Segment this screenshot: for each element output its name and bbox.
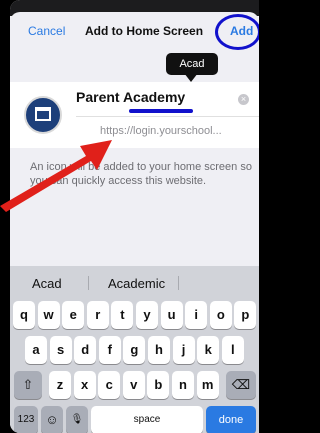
key-w[interactable]: w — [37, 301, 60, 329]
numbers-key[interactable]: 123 — [14, 406, 38, 433]
phone-screen: Cancel Add to Home Screen Add Acad Paren… — [10, 0, 259, 433]
key-e[interactable]: e — [62, 301, 85, 329]
emoji-key[interactable]: ☺ — [41, 406, 63, 433]
suggestion-separator — [88, 276, 89, 290]
suggestion-separator — [178, 276, 179, 290]
key-m[interactable]: m — [196, 371, 219, 399]
key-t[interactable]: t — [111, 301, 134, 329]
key-a[interactable]: a — [25, 336, 47, 364]
cancel-button[interactable]: Cancel — [28, 24, 65, 38]
annotation-circle — [215, 14, 259, 50]
key-g[interactable]: g — [123, 336, 146, 364]
key-x[interactable]: x — [73, 371, 96, 399]
divider — [76, 116, 259, 117]
key-n[interactable]: n — [172, 371, 194, 399]
tooltip-tail — [184, 73, 198, 82]
key-h[interactable]: h — [148, 336, 170, 364]
name-field[interactable]: Parent Academy — [76, 89, 226, 111]
key-l[interactable]: l — [221, 336, 244, 364]
key-v[interactable]: v — [122, 371, 145, 399]
suggestion-1[interactable]: Acad — [32, 276, 62, 291]
key-i[interactable]: i — [185, 301, 208, 329]
key-s[interactable]: s — [49, 336, 72, 364]
annotation-underline — [129, 109, 193, 113]
key-u[interactable]: u — [160, 301, 183, 329]
description-text: An icon will be added to your home scree… — [30, 161, 252, 187]
key-r[interactable]: r — [86, 301, 109, 329]
key-d[interactable]: d — [74, 336, 97, 364]
key-z[interactable]: z — [49, 371, 71, 399]
key-f[interactable]: f — [98, 336, 121, 364]
delete-key[interactable]: ⌫ — [226, 371, 256, 399]
key-k[interactable]: k — [197, 336, 220, 364]
autocomplete-tooltip[interactable]: Acad — [166, 53, 218, 75]
key-y[interactable]: y — [136, 301, 158, 329]
key-o[interactable]: o — [209, 301, 232, 329]
space-key[interactable]: space — [91, 406, 203, 433]
site-url: https://login.yourschool... — [100, 125, 222, 137]
school-logo-icon — [24, 96, 62, 134]
sheet-title: Add to Home Screen — [85, 24, 204, 38]
key-j[interactable]: j — [172, 336, 195, 364]
key-q[interactable]: q — [13, 301, 35, 329]
shift-key[interactable]: ⇧ — [14, 371, 42, 399]
key-p[interactable]: p — [234, 301, 257, 329]
suggestion-2[interactable]: Academic — [108, 276, 165, 291]
microphone-key[interactable]: 🎙 — [66, 406, 88, 433]
done-key[interactable]: done — [206, 406, 256, 433]
clear-icon[interactable]: × — [238, 94, 249, 105]
key-b[interactable]: b — [147, 371, 170, 399]
key-c[interactable]: c — [98, 371, 121, 399]
